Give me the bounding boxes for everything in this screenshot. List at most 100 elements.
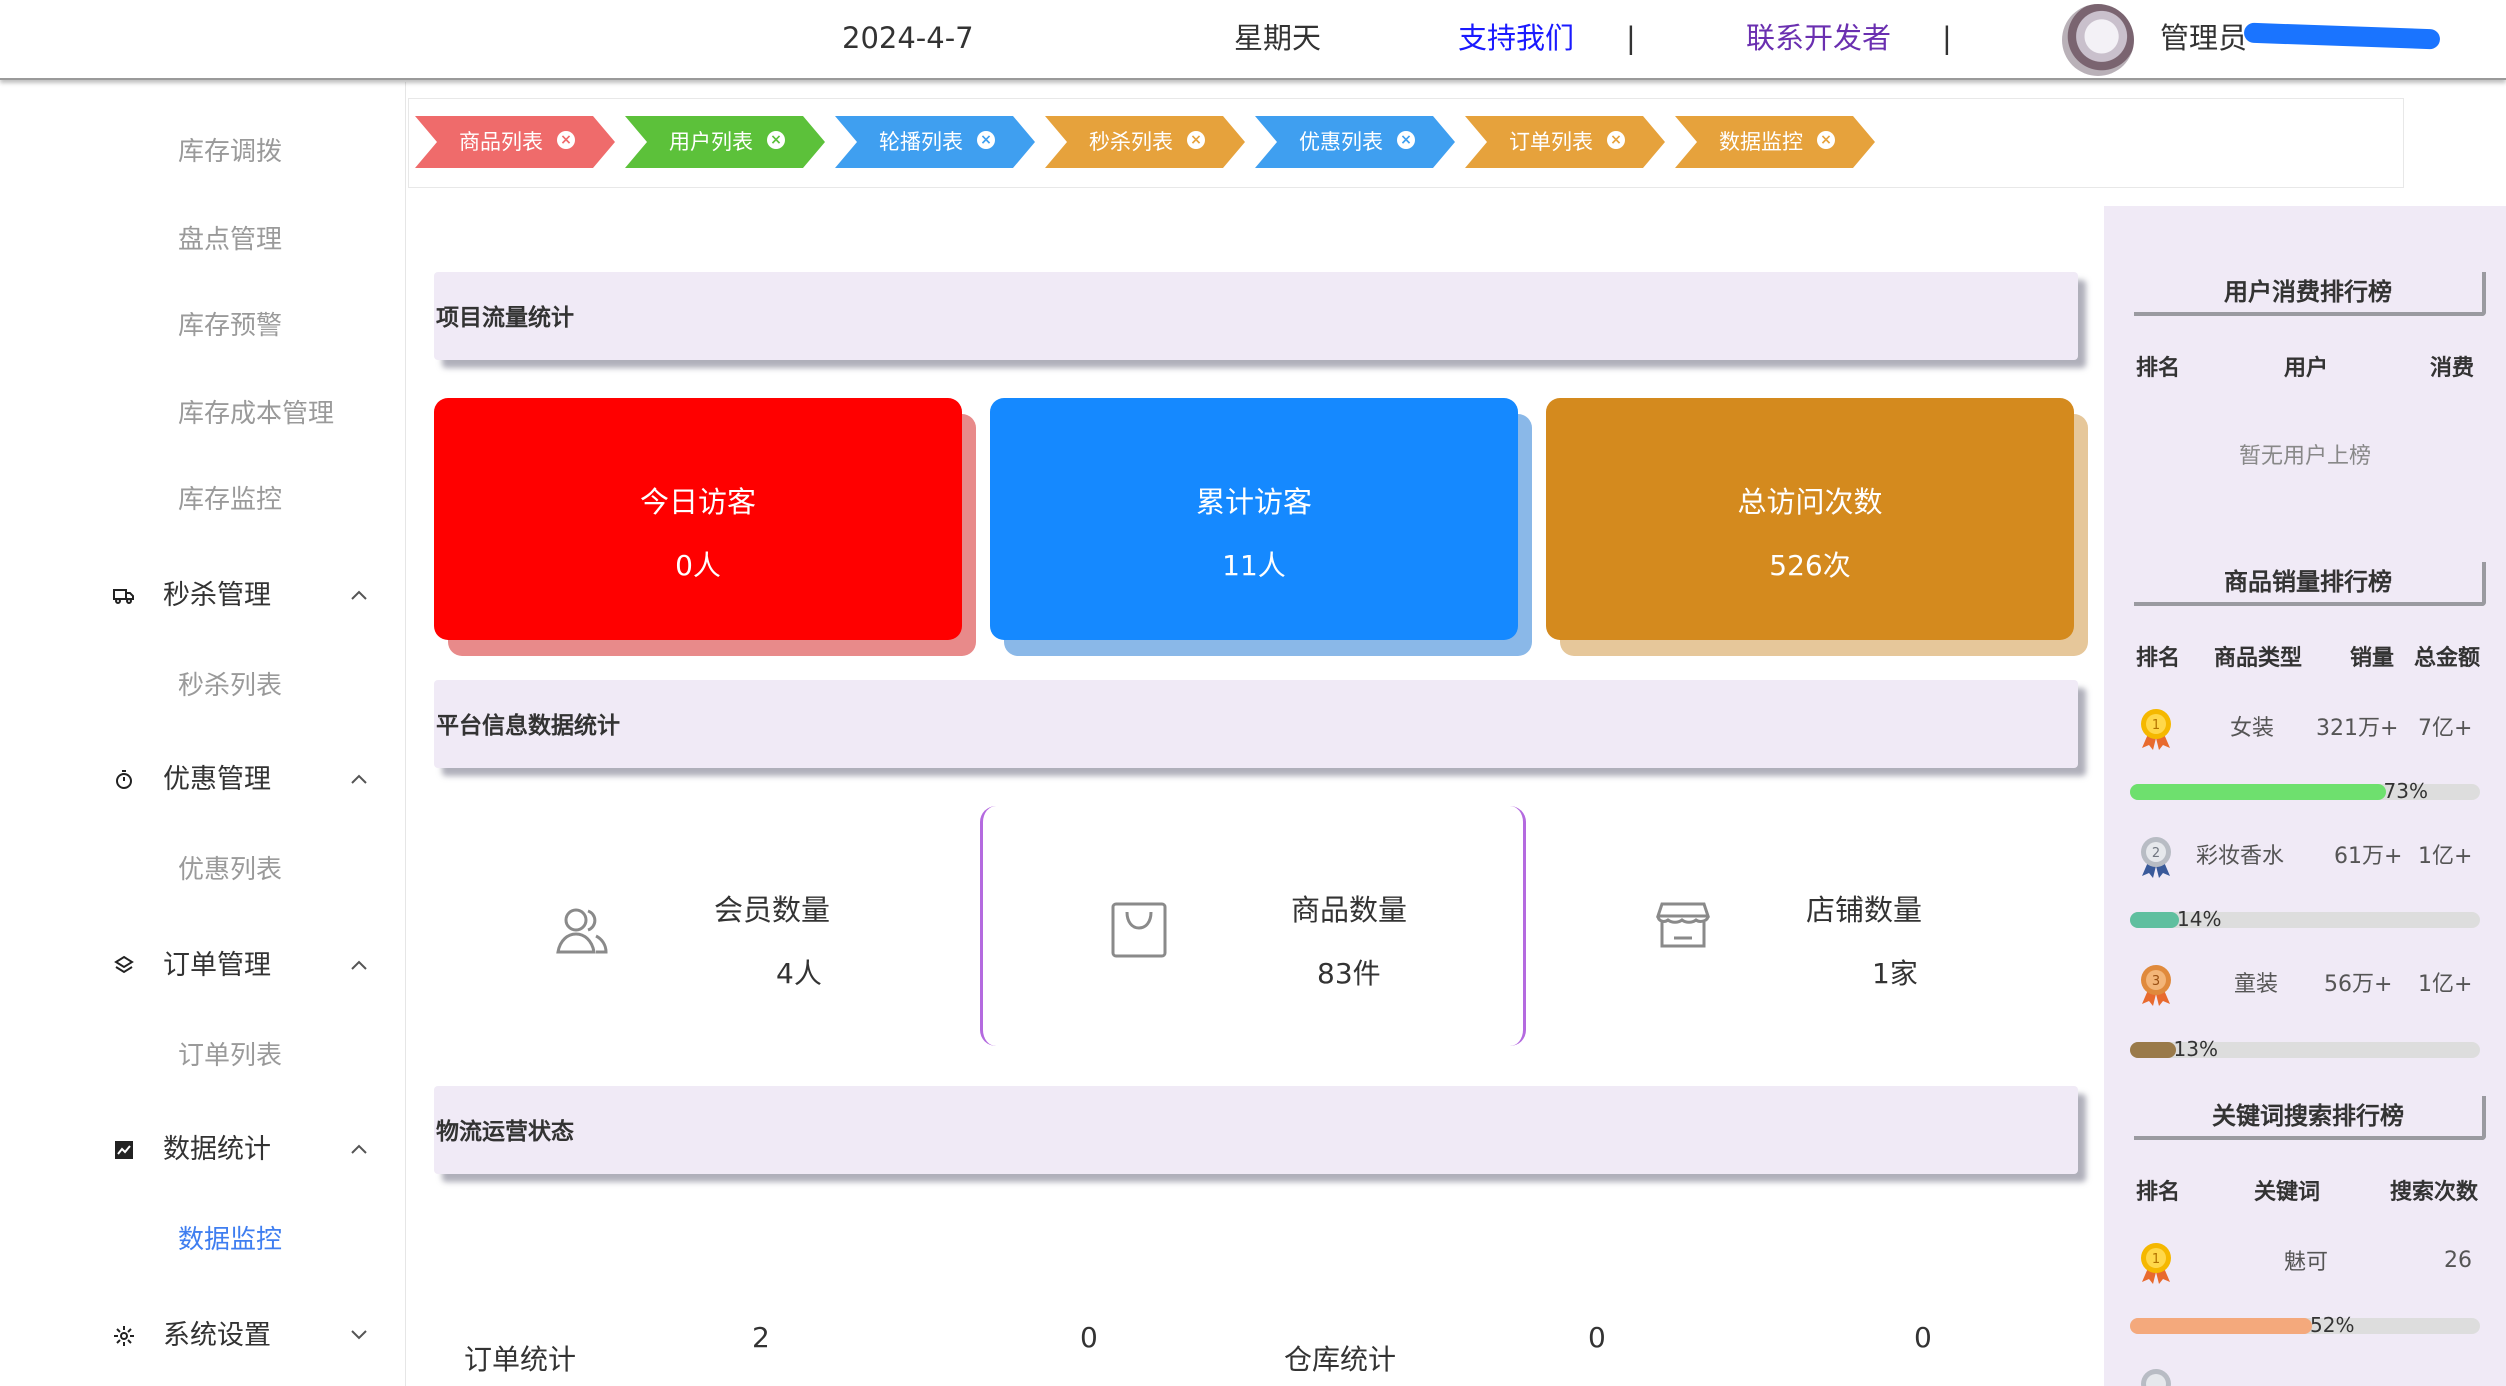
- section-title: 物流运营状态: [436, 1119, 574, 1145]
- sidebar-group-label: 系统设置: [163, 1320, 271, 1351]
- tab-bar: 商品列表 × 用户列表 × 轮播列表 × 秒杀列表 × 优惠列表 × 订单列表 …: [408, 98, 2404, 188]
- sidebar-group-statistics[interactable]: 数据统计: [112, 1130, 382, 1170]
- sales-amount: 1亿+: [2418, 844, 2473, 869]
- tab-data-monitor[interactable]: 数据监控 ×: [1675, 116, 1875, 168]
- sidebar-item-inventory-cost[interactable]: 库存成本管理: [178, 396, 334, 432]
- silver-medal-icon: 2: [2136, 834, 2176, 878]
- sidebar-item-inventory-alert[interactable]: 库存预警: [178, 308, 282, 344]
- svg-text:3: 3: [2152, 974, 2160, 989]
- sidebar-item-stocktaking[interactable]: 盘点管理: [178, 222, 282, 258]
- sidebar-group-coupon[interactable]: 优惠管理: [112, 760, 382, 800]
- close-icon[interactable]: ×: [767, 131, 785, 149]
- tab-label: 轮播列表: [879, 130, 963, 154]
- shopping-bag-icon: [1107, 898, 1171, 962]
- sidebar-item-inventory-transfer[interactable]: 库存调拨: [178, 134, 282, 170]
- sales-ranking-title: 商品销量排行榜: [2134, 562, 2486, 606]
- platform-stat-value: 83件: [1317, 957, 1381, 990]
- platform-stat-label: 会员数量: [714, 893, 831, 927]
- platform-stat-value: 4人: [776, 957, 822, 990]
- svg-text:1: 1: [2152, 1252, 2160, 1267]
- tab-flash-sale-list[interactable]: 秒杀列表 ×: [1045, 116, 1245, 168]
- empty-ranking-text: 暂无用户上榜: [2238, 444, 2371, 469]
- close-icon[interactable]: ×: [1187, 131, 1205, 149]
- sidebar-item-order-list[interactable]: 订单列表: [178, 1038, 282, 1074]
- close-icon[interactable]: ×: [1397, 131, 1415, 149]
- stopwatch-icon: [112, 768, 136, 792]
- tab-product-list[interactable]: 商品列表 ×: [415, 116, 615, 168]
- progress-percent: 52%: [2310, 1313, 2355, 1337]
- warehouse-stats-label: 仓库统计: [1284, 1343, 1397, 1376]
- section-title: 平台信息数据统计: [436, 713, 620, 739]
- avatar[interactable]: [2062, 4, 2134, 76]
- sales-amount: 7亿+: [2418, 716, 2473, 741]
- tab-label: 秒杀列表: [1089, 130, 1173, 154]
- close-icon[interactable]: ×: [557, 131, 575, 149]
- column-header: 销量: [2350, 646, 2395, 671]
- progress-percent: 13%: [2173, 1037, 2218, 1061]
- sales-volume: 56万+: [2324, 972, 2393, 997]
- layers-icon: [112, 954, 136, 978]
- sidebar-group-label: 优惠管理: [163, 764, 271, 795]
- column-header: 总金额: [2414, 646, 2481, 671]
- column-header: 消费: [2430, 356, 2475, 381]
- current-weekday: 星期天: [1234, 21, 1322, 55]
- admin-label[interactable]: 管理员: [2160, 18, 2247, 58]
- users-icon: [550, 898, 614, 962]
- sales-type: 童装: [2234, 972, 2279, 997]
- close-icon[interactable]: ×: [1817, 131, 1835, 149]
- tab-user-list[interactable]: 用户列表 ×: [625, 116, 825, 168]
- order-stats-value: 2: [752, 1321, 770, 1354]
- sidebar-group-order[interactable]: 订单管理: [112, 946, 382, 986]
- progress-fill: [2130, 1042, 2176, 1058]
- sidebar-item-coupon-list[interactable]: 优惠列表: [178, 852, 282, 888]
- sidebar-group-settings[interactable]: 系统设置: [112, 1316, 382, 1356]
- chart-icon: [112, 1138, 136, 1162]
- column-header: 排名: [2136, 356, 2181, 381]
- keyword-progress-bar: 52%: [2130, 1313, 2480, 1337]
- tab-label: 优惠列表: [1299, 130, 1383, 154]
- sidebar: 库存调拨 盘点管理 库存预警 库存成本管理 库存监控 秒杀管理 秒杀列表 优惠管…: [0, 82, 406, 1386]
- support-us-link[interactable]: 支持我们: [1458, 18, 1574, 58]
- stat-card-today-visitors: 今日访客 0人: [434, 398, 962, 640]
- contact-developer-link[interactable]: 联系开发者: [1746, 18, 1891, 58]
- sales-type: 女装: [2230, 716, 2275, 741]
- close-icon[interactable]: ×: [1607, 131, 1625, 149]
- tab-label: 数据监控: [1719, 130, 1803, 154]
- tab-coupon-list[interactable]: 优惠列表 ×: [1255, 116, 1455, 168]
- stat-card-label: 总访问次数: [1737, 485, 1883, 519]
- sidebar-item-data-monitor[interactable]: 数据监控: [178, 1222, 282, 1258]
- platform-stat-members: 会员数量 4人: [434, 806, 980, 1046]
- gold-medal-icon: 1: [2136, 706, 2176, 750]
- gear-icon: [112, 1324, 136, 1348]
- progress-percent: 14%: [2177, 907, 2222, 931]
- sidebar-group-label: 秒杀管理: [163, 580, 271, 611]
- ranking-panel: 用户消费排行榜 排名 用户 消费 暂无用户上榜 商品销量排行榜 排名 商品类型 …: [2104, 206, 2506, 1386]
- chevron-up-icon: [350, 580, 368, 610]
- stat-card-label: 累计访客: [1195, 485, 1312, 519]
- tab-label: 订单列表: [1509, 130, 1593, 154]
- platform-stat-label: 商品数量: [1291, 893, 1408, 927]
- platform-stat-products: 商品数量 83件: [980, 806, 1526, 1046]
- close-icon[interactable]: ×: [977, 131, 995, 149]
- sales-volume: 321万+: [2316, 716, 2399, 741]
- stat-card-value: 11人: [1222, 549, 1286, 582]
- tab-carousel-list[interactable]: 轮播列表 ×: [835, 116, 1035, 168]
- chevron-up-icon: [350, 950, 368, 980]
- sales-volume: 61万+: [2334, 844, 2403, 869]
- column-header: 关键词: [2254, 1180, 2321, 1205]
- keyword-text: 魅可: [2284, 1250, 2329, 1275]
- bronze-medal-icon: 3: [2136, 962, 2176, 1006]
- sales-progress-bar: 14%: [2130, 907, 2480, 931]
- section-header-traffic: 项目流量统计: [434, 272, 2078, 360]
- platform-stat-stores: 店铺数量 1家: [1526, 806, 2072, 1046]
- column-header: 用户: [2284, 356, 2329, 381]
- sidebar-group-flash-sale[interactable]: 秒杀管理: [112, 576, 382, 616]
- stat-card-value: 526次: [1769, 549, 1851, 582]
- stat-card-label: 今日访客: [639, 485, 756, 519]
- tab-label: 用户列表: [669, 130, 753, 154]
- tab-order-list[interactable]: 订单列表 ×: [1465, 116, 1665, 168]
- chevron-up-icon: [350, 1134, 368, 1164]
- sidebar-item-flash-sale-list[interactable]: 秒杀列表: [178, 668, 282, 704]
- sidebar-item-inventory-monitor[interactable]: 库存监控: [178, 482, 282, 518]
- section-header-platform: 平台信息数据统计: [434, 680, 2078, 768]
